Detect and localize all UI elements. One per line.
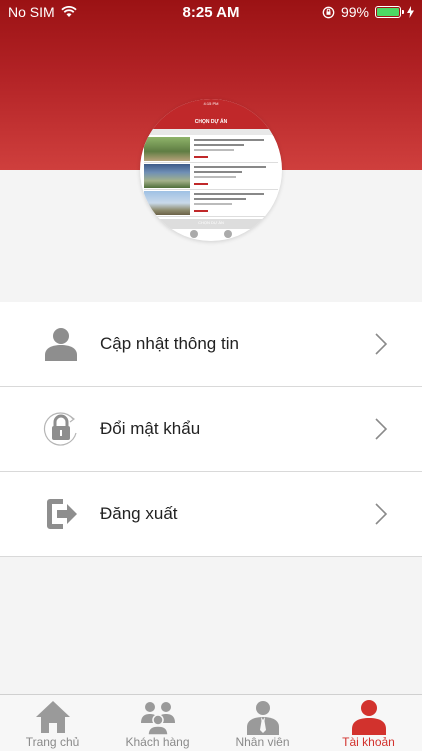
preview-list-item [144,190,278,217]
customers-icon [140,702,175,735]
preview-thumbnail [144,164,190,188]
tab-customers[interactable]: Khách hàng [105,695,210,751]
tab-customers-label: Khách hàng [125,735,190,749]
chevron-right-icon [375,418,388,440]
preview-thumbnail [144,191,190,215]
update-info-item[interactable]: Cập nhật thông tin [0,302,422,387]
update-info-label: Cập nhật thông tin [100,334,239,353]
employee-icon [246,701,279,735]
tab-employees[interactable]: Nhân viên [210,695,315,751]
orientation-lock-icon [322,6,335,18]
account-menu: Cập nhật thông tin Đổi mật khẩu Đăng xuấ… [0,302,422,557]
preview-time: 4:15 PM [203,101,219,106]
preview-title: CHỌN DỰ ÁN [194,119,228,125]
logout-icon [47,499,77,529]
logout-label: Đăng xuất [100,504,178,523]
battery-icon [375,6,404,18]
battery-percent: 99% [340,4,369,20]
tab-account[interactable]: Tài khoản [316,695,421,751]
account-icon [351,700,386,735]
preview-list-item [144,163,278,190]
tab-home[interactable]: Trang chủ [0,695,105,751]
logout-item[interactable]: Đăng xuất [0,472,422,557]
chevron-right-icon [375,503,388,525]
change-password-item[interactable]: Đổi mật khẩu [0,387,422,472]
preview-bottom-label: CHỌN DỰ ÁN [198,220,224,225]
lock-icon [43,412,77,446]
user-icon [45,328,77,361]
preview-list-item [144,136,278,163]
preview-thumbnail [144,137,190,161]
tab-account-label: Tài khoản [342,735,395,749]
tab-employees-label: Nhân viên [235,735,290,749]
status-bar: No SIM 8:25 AM 99% [0,0,422,26]
chevron-right-icon [375,333,388,355]
tab-home-label: Trang chủ [25,735,80,749]
avatar[interactable]: 4:15 PM CHỌN DỰ ÁN CHỌN DỰ ÁN [140,99,282,241]
tab-bar: Trang chủ Khách hàng Nhân viên Tài khoản [0,694,422,751]
change-password-label: Đổi mật khẩu [100,419,201,438]
charging-icon [407,6,414,18]
home-icon [35,701,70,733]
